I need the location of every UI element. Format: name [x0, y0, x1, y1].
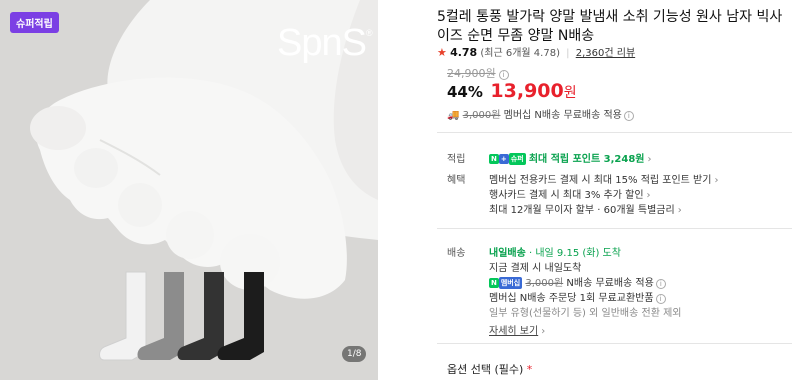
chevron-right-icon: › — [677, 205, 682, 216]
super-icon: 슈퍼 — [508, 153, 526, 165]
info-icon[interactable]: i — [498, 70, 509, 80]
product-info-panel: 5컬레 통풍 발가락 양말 발냄새 소취 기능성 원사 남자 빅사이즈 순면 무… — [437, 0, 792, 380]
rating-score: 4.78 — [450, 46, 478, 59]
product-image-gallery[interactable]: 슈퍼적립 SpnS® 1/8 — [0, 0, 378, 380]
points-row[interactable]: N + 슈퍼 최대 적립 포인트 3,248원 › — [489, 150, 652, 165]
chevron-right-icon: › — [541, 326, 546, 337]
rating-detail: (최근 6개월 4.78 — [480, 48, 557, 59]
star-icon: ★ — [437, 46, 447, 59]
divider — [437, 343, 792, 344]
chevron-right-icon: › — [714, 175, 719, 186]
product-title: 5컬레 통풍 발가락 양말 발냄새 소취 기능성 원사 남자 빅사이즈 순면 무… — [437, 9, 783, 44]
info-icon[interactable]: i — [655, 279, 666, 289]
option-select-label[interactable]: 옵션 선택 (필수) * — [447, 361, 532, 377]
naver-pay-icon: N — [489, 278, 499, 288]
chevron-right-icon: › — [646, 190, 651, 201]
rating-row: ★ 4.78 (최근 6개월 4.78) | 2,360건 리뷰 — [437, 46, 636, 59]
benefit-item[interactable]: 최대 12개월 무이자 할부 · 60개월 특별금리 › — [489, 201, 682, 216]
original-price: 24,900원 i — [447, 65, 509, 81]
plus-icon: + — [498, 154, 509, 164]
discount-rate: 44% — [447, 83, 483, 101]
membership-icon: 멤버십 — [498, 277, 523, 289]
chevron-right-icon: › — [647, 154, 652, 165]
shipping-summary: 🚚 3,000원 멤버십 N배송 무료배송 적용 i — [447, 106, 634, 121]
divider — [437, 228, 792, 229]
tomorrow-delivery-tag: 내일배송 — [489, 248, 526, 259]
benefits-label: 혜택 — [447, 175, 466, 186]
delivery-label: 배송 — [447, 248, 466, 259]
image-counter: 1/8 — [342, 346, 367, 362]
benefit-item[interactable]: 멤버십 전용카드 결제 시 최대 15% 적립 포인트 받기 › — [489, 171, 718, 186]
delivery-more-link[interactable]: 자세히 보기 › — [489, 322, 545, 337]
divider — [437, 132, 792, 133]
points-label: 적립 — [447, 154, 466, 165]
info-icon[interactable]: i — [655, 294, 666, 304]
delivery-line: 지금 결제 시 내일도착 — [489, 263, 582, 274]
review-count-link[interactable]: 2,360건 리뷰 — [576, 48, 635, 59]
brand-logo: SpnS® — [277, 22, 373, 64]
info-icon[interactable]: i — [623, 111, 634, 121]
delivery-eta: 내일배송 · 내일 9.15 (화) 도착 — [489, 248, 621, 259]
sale-price: 44% 13,900원 — [447, 80, 577, 102]
delivery-line: 일부 유형(선물하기 등) 외 일반배송 전환 제외 — [489, 308, 682, 319]
benefit-item[interactable]: 행사카드 결제 시 최대 3% 추가 할인 › — [489, 186, 651, 201]
truck-icon: 🚚 — [447, 110, 460, 121]
super-reward-badge: 슈퍼적립 — [10, 12, 59, 33]
price-amount: 13,900 — [490, 80, 564, 102]
membership-shipping: N 멤버십 3,000원 N배송 무료배송 적용 i — [489, 274, 666, 289]
points-text: 최대 적립 포인트 3,248원 — [528, 154, 645, 165]
naver-pay-icon: N — [489, 154, 499, 164]
delivery-line: 멤버십 N배송 주문당 1회 무료교환반품 i — [489, 289, 666, 304]
